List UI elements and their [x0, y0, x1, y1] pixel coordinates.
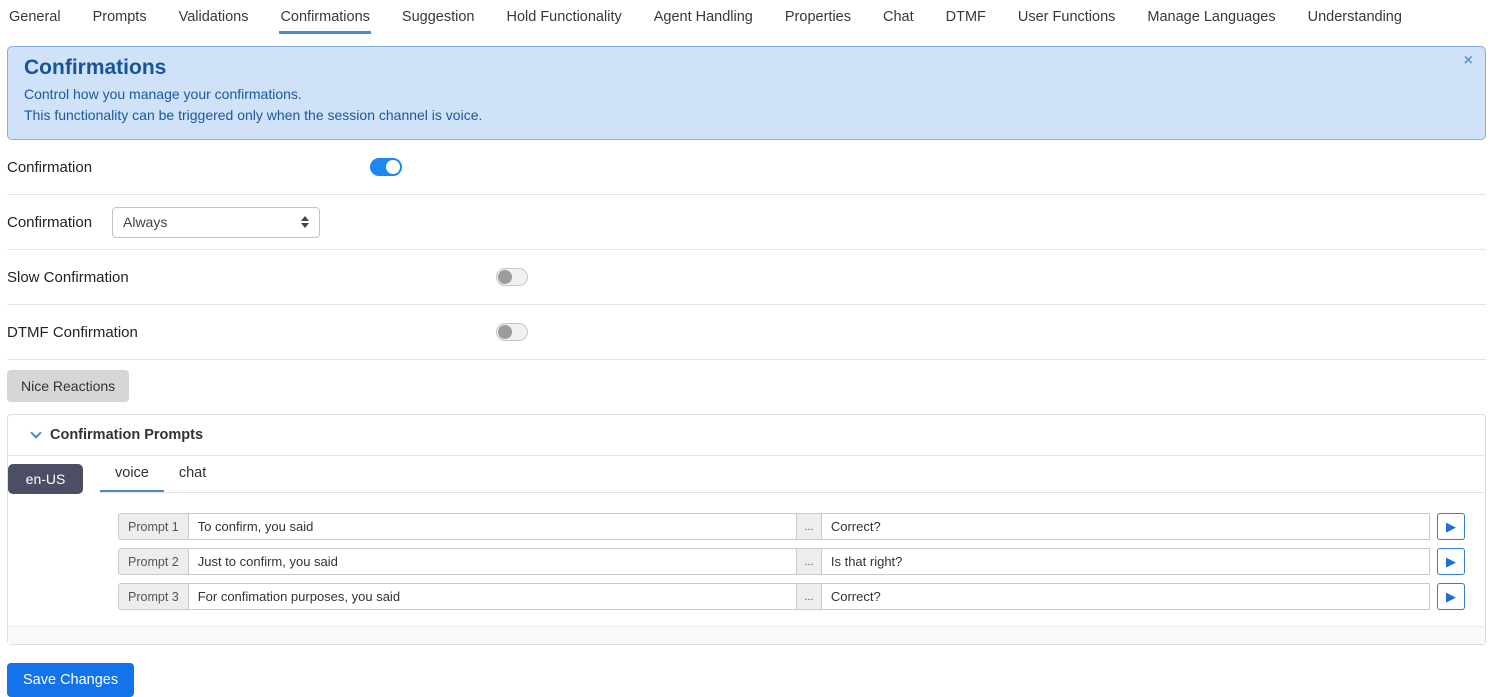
dtmf-confirmation-row: DTMF Confirmation — [7, 305, 1486, 360]
tab-chat[interactable]: Chat — [882, 6, 915, 34]
confirmation-prompts-header[interactable]: Confirmation Prompts — [8, 415, 1485, 456]
play-icon: ▶ — [1446, 554, 1456, 569]
language-column: en-US — [8, 456, 100, 626]
prompt-3-label: Prompt 3 — [118, 583, 188, 610]
page: General Prompts Validations Confirmation… — [0, 0, 1493, 697]
tab-voice[interactable]: voice — [100, 456, 164, 492]
tab-dtmf[interactable]: DTMF — [945, 6, 987, 34]
prompt-1-text-input[interactable] — [187, 513, 797, 540]
prompt-row-2: Prompt 2 ... ▶ — [118, 548, 1465, 575]
prompt-1-more-button[interactable]: ... — [796, 513, 822, 540]
prompt-3-play-button[interactable]: ▶ — [1437, 583, 1465, 610]
chevron-down-icon — [30, 427, 42, 439]
dtmf-confirmation-toggle[interactable] — [496, 323, 528, 341]
banner-description-2: This functionality can be triggered only… — [24, 107, 483, 123]
panel-title: Confirmation Prompts — [50, 427, 204, 443]
tab-agent-handling[interactable]: Agent Handling — [653, 6, 754, 34]
prompt-1-label: Prompt 1 — [118, 513, 188, 540]
channel-tabs: voice chat — [100, 456, 1485, 493]
prompt-3-question-input[interactable] — [821, 583, 1430, 610]
top-nav: General Prompts Validations Confirmation… — [7, 0, 1486, 34]
panel-footer — [8, 626, 1485, 644]
confirmation-toggle-row: Confirmation — [7, 140, 1486, 195]
prompt-rows: Prompt 1 ... ▶ Prompt 2 ... ▶ — [100, 493, 1485, 626]
toggle-knob — [386, 160, 400, 174]
tab-understanding[interactable]: Understanding — [1307, 6, 1403, 34]
nice-reactions-button[interactable]: Nice Reactions — [7, 370, 130, 402]
confirmation-mode-label: Confirmation — [7, 213, 93, 231]
tab-manage-languages[interactable]: Manage Languages — [1146, 6, 1276, 34]
confirmation-prompts-panel: Confirmation Prompts en-US voice chat Pr… — [7, 414, 1486, 645]
tab-suggestion[interactable]: Suggestion — [401, 6, 476, 34]
close-icon[interactable]: × — [1464, 53, 1473, 69]
toggle-knob — [498, 325, 512, 339]
slow-confirmation-toggle[interactable] — [496, 268, 528, 286]
prompt-row-1: Prompt 1 ... ▶ — [118, 513, 1465, 540]
tab-prompts[interactable]: Prompts — [92, 6, 148, 34]
confirmation-mode-select[interactable]: Always — [112, 206, 320, 238]
tab-general[interactable]: General — [8, 6, 62, 34]
confirmation-mode-value: Always — [123, 214, 168, 230]
banner-title: Confirmations — [24, 56, 167, 79]
confirmations-banner: Confirmations Control how you manage you… — [7, 46, 1486, 140]
play-icon: ▶ — [1446, 589, 1456, 604]
slow-confirmation-label: Slow Confirmation — [7, 268, 129, 286]
language-badge[interactable]: en-US — [8, 464, 83, 494]
prompt-2-play-button[interactable]: ▶ — [1437, 548, 1465, 575]
prompts-column: voice chat Prompt 1 ... ▶ Prompt 2 .. — [100, 456, 1485, 626]
dtmf-confirmation-label: DTMF Confirmation — [7, 323, 138, 341]
panel-body: en-US voice chat Prompt 1 ... ▶ — [8, 456, 1485, 626]
tab-confirmations[interactable]: Confirmations — [279, 6, 371, 34]
prompt-1-play-button[interactable]: ▶ — [1437, 513, 1465, 540]
slow-confirmation-row: Slow Confirmation — [7, 250, 1486, 305]
banner-description-1: Control how you manage your confirmation… — [24, 86, 302, 102]
play-icon: ▶ — [1446, 519, 1456, 534]
save-changes-button[interactable]: Save Changes — [7, 663, 135, 697]
tab-properties[interactable]: Properties — [784, 6, 852, 34]
confirmation-toggle-label: Confirmation — [7, 158, 93, 176]
confirmation-toggle[interactable] — [370, 158, 402, 176]
select-arrows-icon — [301, 216, 309, 228]
confirmation-mode-row: Confirmation Always — [7, 195, 1486, 250]
prompt-2-question-input[interactable] — [821, 548, 1430, 575]
prompt-2-label: Prompt 2 — [118, 548, 188, 575]
prompt-2-more-button[interactable]: ... — [796, 548, 822, 575]
prompt-1-question-input[interactable] — [821, 513, 1430, 540]
tab-user-functions[interactable]: User Functions — [1017, 6, 1117, 34]
prompt-2-text-input[interactable] — [187, 548, 797, 575]
tab-hold-functionality[interactable]: Hold Functionality — [505, 6, 622, 34]
prompt-row-3: Prompt 3 ... ▶ — [118, 583, 1465, 610]
tab-validations[interactable]: Validations — [178, 6, 250, 34]
tab-chat-channel[interactable]: chat — [164, 456, 221, 492]
toggle-knob — [498, 270, 512, 284]
prompt-3-more-button[interactable]: ... — [796, 583, 822, 610]
prompt-3-text-input[interactable] — [187, 583, 797, 610]
